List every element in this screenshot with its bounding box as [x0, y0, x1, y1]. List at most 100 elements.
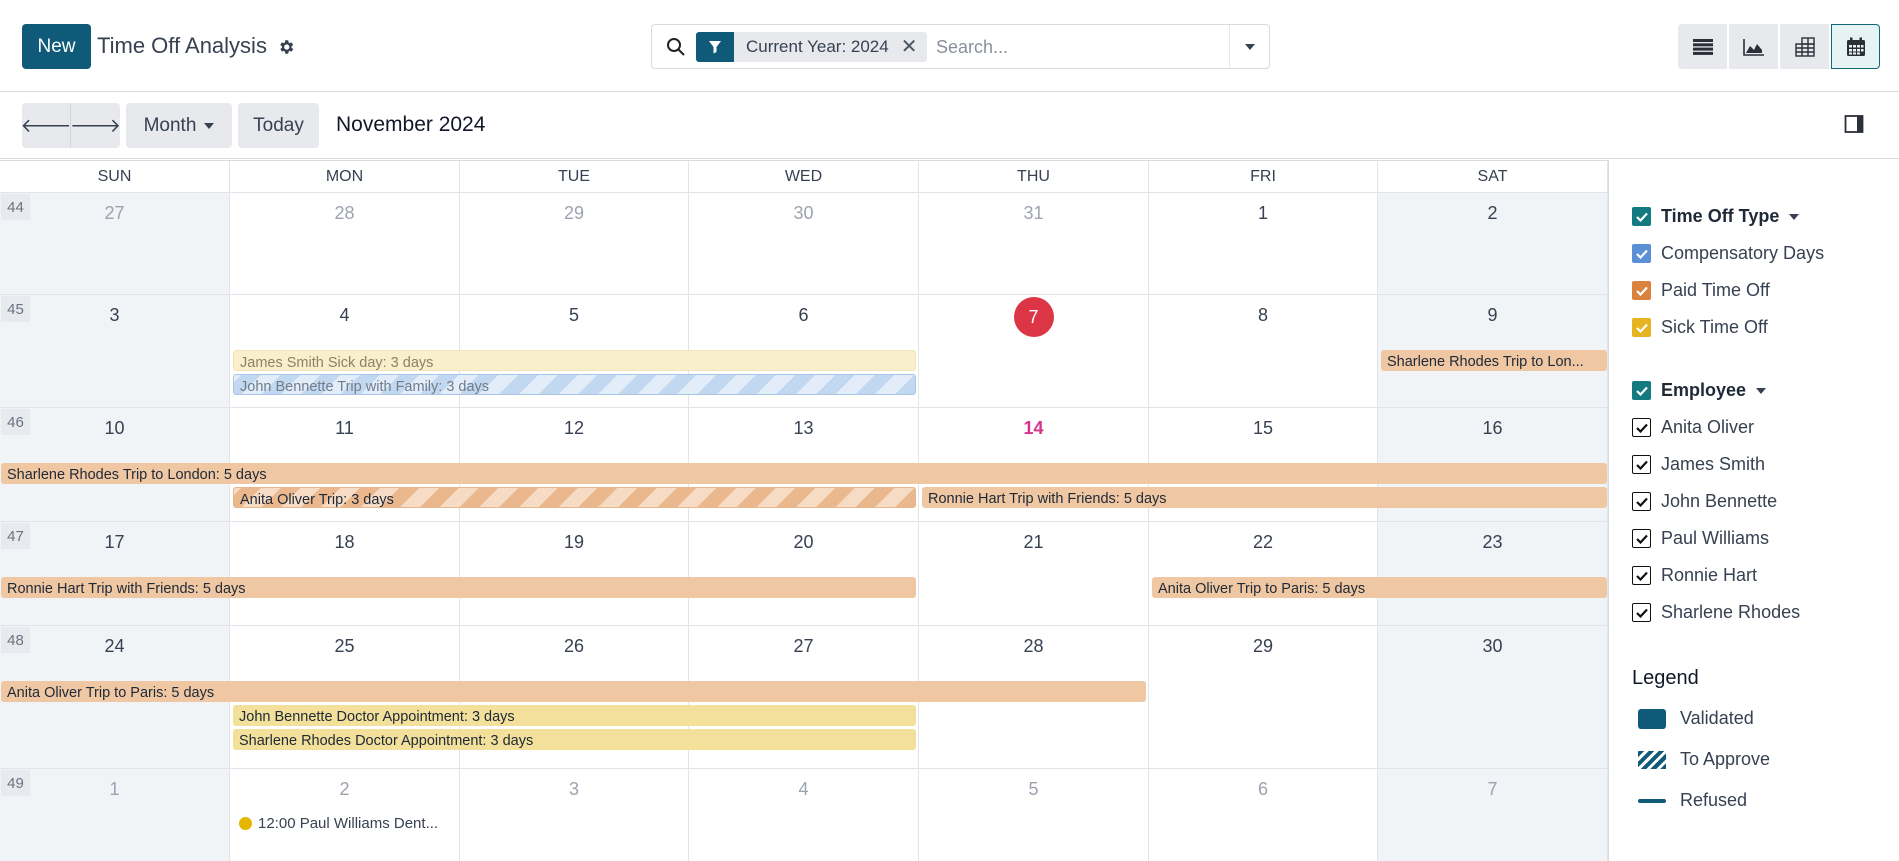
- day-cell[interactable]: 20: [689, 521, 919, 625]
- search-icon[interactable]: [666, 37, 686, 57]
- gear-icon[interactable]: [277, 38, 295, 56]
- time-off-event[interactable]: Anita Oliver Trip to Paris: 5 days: [1152, 577, 1607, 598]
- date-number[interactable]: 5: [919, 779, 1148, 800]
- day-cell[interactable]: 30: [689, 192, 919, 294]
- date-number[interactable]: 16: [1378, 418, 1607, 439]
- employee-filter-header[interactable]: Employee: [1632, 380, 1767, 401]
- date-number[interactable]: 7: [1378, 779, 1607, 800]
- time-off-event[interactable]: Ronnie Hart Trip with Friends: 5 days: [1, 577, 916, 598]
- employee-filter-item[interactable]: Sharlene Rhodes: [1632, 602, 1800, 623]
- day-cell[interactable]: 17: [0, 521, 230, 625]
- time-off-event[interactable]: John Bennette Doctor Appointment: 3 days: [233, 705, 916, 726]
- checkbox[interactable]: [1632, 418, 1651, 437]
- time-off-event[interactable]: Anita Oliver Trip to Paris: 5 days: [1, 681, 1146, 702]
- time-off-type-filter-item[interactable]: Compensatory Days: [1632, 243, 1824, 264]
- day-cell[interactable]: 6: [1149, 768, 1378, 861]
- checkbox[interactable]: [1632, 603, 1651, 622]
- day-cell[interactable]: 3: [0, 294, 230, 407]
- employee-filter-item[interactable]: James Smith: [1632, 454, 1765, 475]
- date-number[interactable]: 4: [230, 305, 459, 326]
- day-cell[interactable]: 22: [1149, 521, 1378, 625]
- date-number[interactable]: 14: [919, 418, 1148, 439]
- graph-view-button[interactable]: [1729, 24, 1778, 69]
- remove-facet-icon[interactable]: ✕: [901, 32, 928, 62]
- date-number[interactable]: 9: [1378, 305, 1607, 326]
- checkbox[interactable]: [1632, 244, 1651, 263]
- timed-event[interactable]: 12:00 Paul Williams Dent...: [239, 815, 438, 832]
- date-number[interactable]: 21: [919, 532, 1148, 553]
- time-off-event[interactable]: Sharlene Rhodes Doctor Appointment: 3 da…: [233, 729, 916, 750]
- date-number[interactable]: 1: [0, 779, 229, 800]
- date-number[interactable]: 3: [460, 779, 688, 800]
- side-panel-toggle-icon[interactable]: [1844, 114, 1864, 134]
- employee-filter-item[interactable]: Ronnie Hart: [1632, 565, 1757, 586]
- search-options-toggle[interactable]: [1229, 25, 1269, 68]
- day-cell[interactable]: 21: [919, 521, 1149, 625]
- previous-button[interactable]: 🡐: [21, 103, 71, 148]
- checkbox[interactable]: [1632, 455, 1651, 474]
- checkbox[interactable]: [1632, 281, 1651, 300]
- day-cell[interactable]: 19: [460, 521, 689, 625]
- date-number[interactable]: 30: [689, 203, 918, 224]
- date-number[interactable]: 22: [1149, 532, 1377, 553]
- checkbox[interactable]: [1632, 529, 1651, 548]
- date-number[interactable]: 3: [0, 305, 229, 326]
- date-number[interactable]: 25: [230, 636, 459, 657]
- time-off-event[interactable]: John Bennette Trip with Family: 3 days: [233, 374, 916, 395]
- date-number[interactable]: 6: [689, 305, 918, 326]
- today-button[interactable]: Today: [238, 103, 319, 148]
- day-cell[interactable]: 1: [0, 768, 230, 861]
- day-cell[interactable]: 30: [1378, 625, 1608, 768]
- time-off-event[interactable]: Anita Oliver Trip: 3 days: [233, 487, 916, 508]
- time-off-type-filter-item[interactable]: Sick Time Off: [1632, 317, 1768, 338]
- date-number[interactable]: 29: [1149, 636, 1377, 657]
- date-number[interactable]: 29: [460, 203, 688, 224]
- time-off-event[interactable]: James Smith Sick day: 3 days: [233, 350, 916, 371]
- date-number[interactable]: 11: [230, 418, 459, 439]
- employee-filter-item[interactable]: Anita Oliver: [1632, 417, 1754, 438]
- date-number[interactable]: 2: [1378, 203, 1607, 224]
- employee-filter-item[interactable]: Paul Williams: [1632, 528, 1769, 549]
- date-number[interactable]: 5: [460, 305, 688, 326]
- date-number[interactable]: 28: [919, 636, 1148, 657]
- day-cell[interactable]: 7: [1378, 768, 1608, 861]
- day-cell[interactable]: 18: [230, 521, 460, 625]
- date-number[interactable]: 19: [460, 532, 688, 553]
- date-number[interactable]: 26: [460, 636, 688, 657]
- day-cell[interactable]: 29: [460, 192, 689, 294]
- day-cell[interactable]: 4: [689, 768, 919, 861]
- day-cell[interactable]: 28: [230, 192, 460, 294]
- day-cell[interactable]: 23: [1378, 521, 1608, 625]
- date-number[interactable]: 10: [0, 418, 229, 439]
- checkbox[interactable]: [1632, 318, 1651, 337]
- time-off-type-filter-item[interactable]: Paid Time Off: [1632, 280, 1770, 301]
- date-number[interactable]: 30: [1378, 636, 1607, 657]
- checkbox[interactable]: [1632, 492, 1651, 511]
- day-cell[interactable]: 31: [919, 192, 1149, 294]
- next-button[interactable]: 🡒: [70, 103, 121, 148]
- today-date-number[interactable]: 7: [919, 297, 1148, 337]
- group-checkbox[interactable]: [1632, 207, 1651, 226]
- date-number[interactable]: 6: [1149, 779, 1377, 800]
- date-number[interactable]: 28: [230, 203, 459, 224]
- day-cell[interactable]: 27: [0, 192, 230, 294]
- date-number[interactable]: 31: [919, 203, 1148, 224]
- date-number[interactable]: 18: [230, 532, 459, 553]
- time-off-event[interactable]: Sharlene Rhodes Trip to London: 5 days: [1, 463, 1607, 484]
- date-number[interactable]: 27: [0, 203, 229, 224]
- day-cell[interactable]: 7: [919, 294, 1149, 407]
- time-off-type-filter-header[interactable]: Time Off Type: [1632, 206, 1800, 227]
- date-number[interactable]: 24: [0, 636, 229, 657]
- day-cell[interactable]: 8: [1149, 294, 1378, 407]
- checkbox[interactable]: [1632, 566, 1651, 585]
- date-number[interactable]: 2: [230, 779, 459, 800]
- date-number[interactable]: 23: [1378, 532, 1607, 553]
- date-number[interactable]: 17: [0, 532, 229, 553]
- date-number[interactable]: 1: [1149, 203, 1377, 224]
- scale-dropdown[interactable]: Month: [126, 103, 232, 148]
- date-number[interactable]: 8: [1149, 305, 1377, 326]
- employee-filter-item[interactable]: John Bennette: [1632, 491, 1777, 512]
- day-cell[interactable]: 1: [1149, 192, 1378, 294]
- day-cell[interactable]: 3: [460, 768, 689, 861]
- group-checkbox[interactable]: [1632, 381, 1651, 400]
